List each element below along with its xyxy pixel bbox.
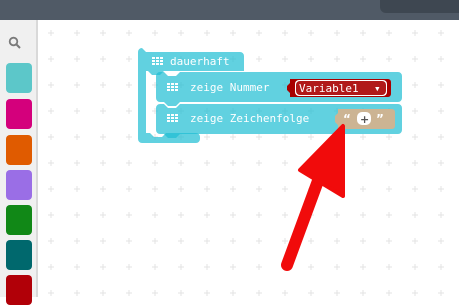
show-string-grid-icon [167, 114, 178, 122]
forever-label: dauerhaft [170, 55, 230, 68]
variable-name: Variable1 [299, 82, 359, 95]
show-string-label: zeige Zeichenfolge [190, 112, 309, 125]
annotation-arrow-icon [281, 124, 345, 271]
chevron-down-icon[interactable]: ▾ [374, 82, 381, 95]
show-number-label: zeige Nummer [190, 81, 270, 94]
blocks-layer: dauerhaft zeige Nummer Variable1 ▾ zeige… [138, 48, 402, 271]
close-quote-icon: ” [376, 112, 384, 126]
forever-grid-icon [152, 57, 163, 65]
plus-icon: + [360, 113, 369, 126]
show-number-grid-icon [167, 83, 178, 91]
open-quote-icon: “ [343, 112, 351, 126]
